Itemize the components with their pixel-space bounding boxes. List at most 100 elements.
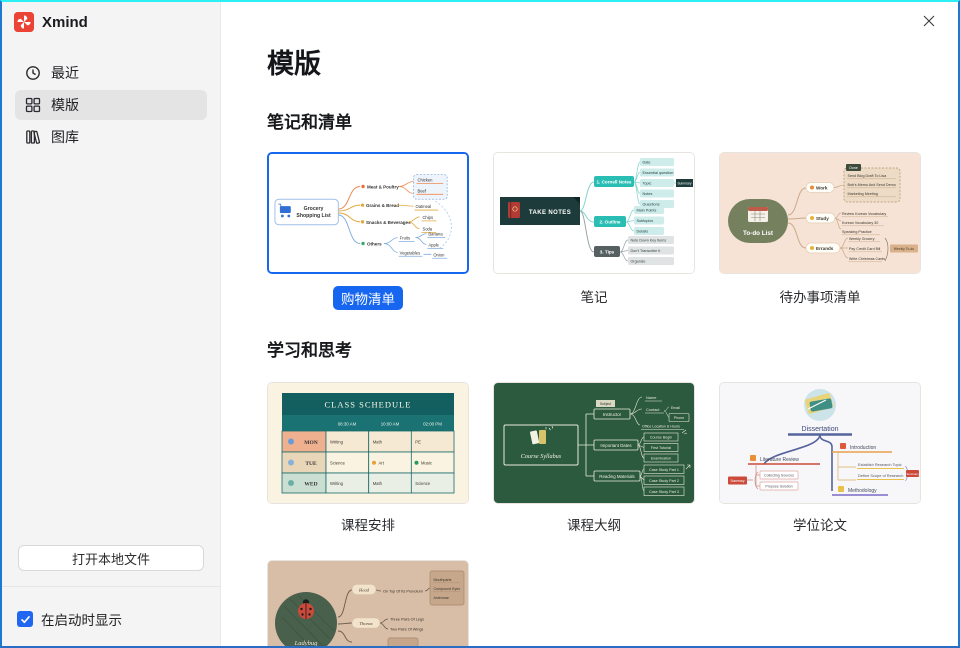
todo-thumbnail: To-do List Work Done Send Blog Draft To … <box>720 153 920 273</box>
app-header: Xmind <box>2 2 220 42</box>
sidebar-item-recent[interactable]: 最近 <box>15 58 207 88</box>
svg-text:Collecting Sources: Collecting Sources <box>764 474 794 478</box>
svg-text:Main Points: Main Points <box>637 209 657 213</box>
svg-text:Banana: Banana <box>428 232 443 237</box>
template-card-dissertation[interactable]: Dissertation Introduction Establish Rese… <box>719 382 921 504</box>
svg-text:Chicken: Chicken <box>418 178 434 183</box>
sidebar-item-label: 图库 <box>51 127 79 147</box>
xmind-template-window: Xmind 最近 模版 <box>0 0 960 648</box>
svg-text:Course Syllabus: Course Syllabus <box>521 453 562 460</box>
svg-text:Pay Credit Card Bill: Pay Credit Card Bill <box>849 247 881 251</box>
sidebar-item-templates[interactable]: 模版 <box>15 90 207 120</box>
template-label[interactable]: 课程安排 <box>267 514 469 534</box>
svg-text:Review Korean Vocabulary: Review Korean Vocabulary <box>842 212 886 216</box>
section-heading-study-thinking: 学习和思考 <box>267 336 352 361</box>
svg-text:Science: Science <box>415 481 431 486</box>
template-card-todo-list[interactable]: To-do List Work Done Send Blog Draft To … <box>719 152 921 274</box>
svg-text:Organize: Organize <box>631 260 646 264</box>
dissertation-illustration <box>804 389 836 421</box>
sidebar-divider <box>2 586 220 587</box>
svg-text:Math: Math <box>373 481 383 486</box>
svg-text:Introduction: Introduction <box>850 445 876 451</box>
xmind-logo-icon <box>14 12 34 32</box>
svg-text:Fruits: Fruits <box>400 236 410 241</box>
template-card-course-syllabus[interactable]: Course Syllabus Subject Instructor Name … <box>493 382 695 504</box>
template-label[interactable]: 笔记 <box>493 286 695 310</box>
sidebar-item-label: 模版 <box>51 95 79 115</box>
svg-text:Shopping List: Shopping List <box>296 213 331 219</box>
svg-text:Antennae: Antennae <box>434 596 449 600</box>
show-on-startup-checkbox[interactable] <box>17 611 33 627</box>
template-label[interactable]: 学位论文 <box>719 514 921 534</box>
template-labels-row-1: 购物清单 笔记 待办事项清单 <box>267 286 921 310</box>
svg-text:Case Study Part 2: Case Study Part 2 <box>649 479 679 483</box>
svg-text:Instructor: Instructor <box>603 412 622 417</box>
template-card-class-schedule[interactable]: CLASS SCHEDULE 08:30 AM 10:00 AM 02:00 P… <box>267 382 469 504</box>
dissertation-thumbnail: Dissertation Introduction Establish Rese… <box>720 383 920 503</box>
svg-text:Onion: Onion <box>433 252 445 257</box>
svg-text:Name: Name <box>646 395 656 400</box>
svg-text:10:00 AM: 10:00 AM <box>381 422 400 427</box>
svg-text:Two Pairs Of Wings: Two Pairs Of Wings <box>390 628 423 632</box>
template-card-notes[interactable]: TAKE NOTES 1. Cornell Notes Date Essenti… <box>493 152 695 274</box>
app-title: Xmind <box>42 14 88 31</box>
show-on-startup-row: 在启动时显示 <box>17 609 122 629</box>
svg-text:Writing: Writing <box>330 481 344 486</box>
schedule-thumbnail: CLASS SCHEDULE 08:30 AM 10:00 AM 02:00 P… <box>268 383 468 503</box>
svg-text:Case Study Part 3: Case Study Part 3 <box>649 490 679 494</box>
sidebar-item-library[interactable]: 图库 <box>15 122 207 152</box>
svg-text:Grains & Bread: Grains & Bread <box>366 203 399 208</box>
svg-text:Questions: Questions <box>643 203 660 207</box>
svg-text:Speaking Practice: Speaking Practice <box>842 230 872 234</box>
open-local-file-button[interactable]: 打开本地文件 <box>18 545 204 571</box>
template-row-2: CLASS SCHEDULE 08:30 AM 10:00 AM 02:00 P… <box>267 382 921 504</box>
svg-text:Don't Transcribe It: Don't Transcribe It <box>631 249 661 253</box>
svg-text:Compound Eyes: Compound Eyes <box>434 587 461 591</box>
svg-text:2. Outline: 2. Outline <box>600 220 621 225</box>
svg-text:Note Down Key Items: Note Down Key Items <box>631 239 667 243</box>
svg-text:Bob's Memo And Send Demo: Bob's Memo And Send Demo <box>848 183 896 187</box>
svg-text:Science: Science <box>330 461 346 466</box>
svg-text:Korean Vocabulary 30: Korean Vocabulary 30 <box>842 221 878 225</box>
close-icon <box>922 14 936 28</box>
svg-text:Thorax: Thorax <box>359 621 372 626</box>
svg-text:WED: WED <box>304 482 317 488</box>
svg-text:TUE: TUE <box>305 461 317 467</box>
syllabus-thumbnail: Course Syllabus Subject Instructor Name … <box>494 383 694 503</box>
clock-icon <box>24 65 41 82</box>
template-label[interactable]: 课程大纲 <box>493 514 695 534</box>
svg-text:Methodology: Methodology <box>848 488 877 494</box>
svg-text:Vegetables: Vegetables <box>400 250 420 255</box>
svg-text:Date: Date <box>643 161 651 165</box>
svg-text:Grocery: Grocery <box>304 206 324 212</box>
svg-text:Define Scope of Research: Define Scope of Research <box>858 473 903 478</box>
show-on-startup-label: 在启动时显示 <box>41 609 122 629</box>
svg-text:Phone: Phone <box>674 416 684 420</box>
svg-text:Email: Email <box>671 406 680 410</box>
svg-text:Math: Math <box>373 440 383 445</box>
svg-text:Details: Details <box>637 230 649 234</box>
svg-text:Mouthparts: Mouthparts <box>434 578 452 582</box>
svg-text:Work: Work <box>816 186 828 191</box>
svg-text:On Top Of Its Pronotum: On Top Of Its Pronotum <box>383 590 423 594</box>
template-label-selected[interactable]: 购物清单 <box>333 286 403 310</box>
svg-text:Weekly Grocery: Weekly Grocery <box>849 237 875 241</box>
svg-text:Case Study Part 1: Case Study Part 1 <box>649 468 679 472</box>
page-title: 模版 <box>267 42 321 81</box>
close-button[interactable] <box>919 11 939 31</box>
ladybug-thumbnail: Ladybug Head On Top Of Its Pronotum Mout… <box>268 561 468 646</box>
svg-text:Office Location & Hours: Office Location & Hours <box>642 425 680 429</box>
template-card-ladybug[interactable]: Ladybug Head On Top Of Its Pronotum Mout… <box>267 560 469 646</box>
template-gallery: 模版 笔记和清单 Groc <box>222 2 958 646</box>
svg-text:First Tutorial: First Tutorial <box>651 446 671 450</box>
template-row-1: Grocery Shopping List Meat & Poultry Chi… <box>267 152 921 274</box>
svg-text:To-do List: To-do List <box>743 230 774 237</box>
svg-text:PE: PE <box>415 440 421 445</box>
section-heading-notes-lists: 笔记和清单 <box>267 108 352 133</box>
svg-text:Music: Music <box>421 461 432 466</box>
template-card-grocery-shopping-list[interactable]: Grocery Shopping List Meat & Poultry Chi… <box>267 152 469 274</box>
svg-text:Send Blog Draft To Lisa: Send Blog Draft To Lisa <box>848 174 888 178</box>
svg-text:Ladybug: Ladybug <box>294 640 319 646</box>
template-label[interactable]: 待办事项清单 <box>719 286 921 310</box>
svg-text:Examination: Examination <box>651 457 671 461</box>
